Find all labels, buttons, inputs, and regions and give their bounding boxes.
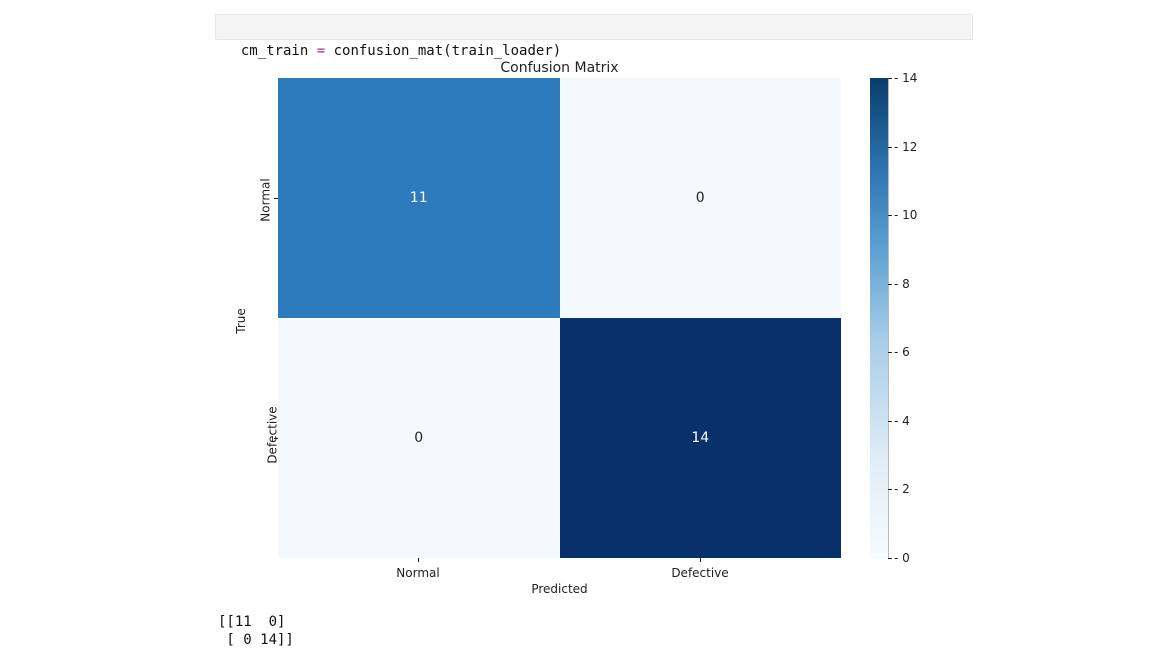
cm-cell-value: 0 xyxy=(696,190,705,206)
cm-cell-10: 0 xyxy=(278,318,560,558)
x-axis-label: Predicted xyxy=(278,582,841,596)
colorbar-tick-label: - 14 xyxy=(894,72,917,84)
colorbar-tick-label: - 10 xyxy=(894,209,917,221)
colorbar-tick-label: - 2 xyxy=(894,483,910,495)
heatmap-row: 11 0 xyxy=(278,78,841,318)
xtick-dash xyxy=(418,558,419,562)
cm-cell-01: 0 xyxy=(560,78,842,318)
xtick-label-1: Defective xyxy=(671,566,728,580)
colorbar-dash xyxy=(888,284,892,285)
heatmap-row: 0 14 xyxy=(278,318,841,558)
ytick-dash xyxy=(274,198,278,199)
colorbar-tick-label: - 6 xyxy=(894,346,910,358)
colorbar-dash xyxy=(888,78,892,79)
colorbar-tick-label: - 12 xyxy=(894,141,917,153)
code-callname: confusion_mat xyxy=(334,43,444,59)
cm-cell-00: 11 xyxy=(278,78,560,318)
colorbar-tick-label: - 8 xyxy=(894,278,910,290)
ytick-label-0: Normal xyxy=(259,178,273,221)
heatmap-grid: 11 0 0 14 xyxy=(278,78,841,558)
plot-title: Confusion Matrix xyxy=(278,60,841,76)
colorbar-tick-label: - 0 xyxy=(894,552,910,564)
code-lparen: ( xyxy=(443,43,451,59)
xtick-dash xyxy=(700,558,701,562)
colorbar-dash xyxy=(888,489,892,490)
code-varname: cm_train xyxy=(241,43,308,59)
xtick-label-0: Normal xyxy=(396,566,439,580)
y-axis-label: True xyxy=(234,308,248,334)
colorbar-dash xyxy=(888,558,892,559)
code-assign: = xyxy=(308,43,333,59)
output-matrix-text: [[11 0] [ 0 14]] xyxy=(218,614,294,649)
code-cell: cm_train = confusion_mat(train_loader) xyxy=(215,14,973,40)
colorbar-dash xyxy=(888,147,892,148)
colorbar-dash xyxy=(888,352,892,353)
cm-cell-11: 14 xyxy=(560,318,842,558)
cm-cell-value: 0 xyxy=(414,430,423,446)
colorbar xyxy=(870,78,889,558)
ytick-label-1: Defective xyxy=(266,406,280,463)
confusion-matrix-plot: Confusion Matrix 11 0 0 14 Normal Defect… xyxy=(278,78,841,558)
colorbar-dash xyxy=(888,215,892,216)
colorbar-dash xyxy=(888,421,892,422)
cm-cell-value: 14 xyxy=(691,430,709,446)
colorbar-tick-label: - 4 xyxy=(894,415,910,427)
cm-cell-value: 11 xyxy=(410,190,428,206)
code-rparen: ) xyxy=(553,43,561,59)
code-arg: train_loader xyxy=(452,43,553,59)
